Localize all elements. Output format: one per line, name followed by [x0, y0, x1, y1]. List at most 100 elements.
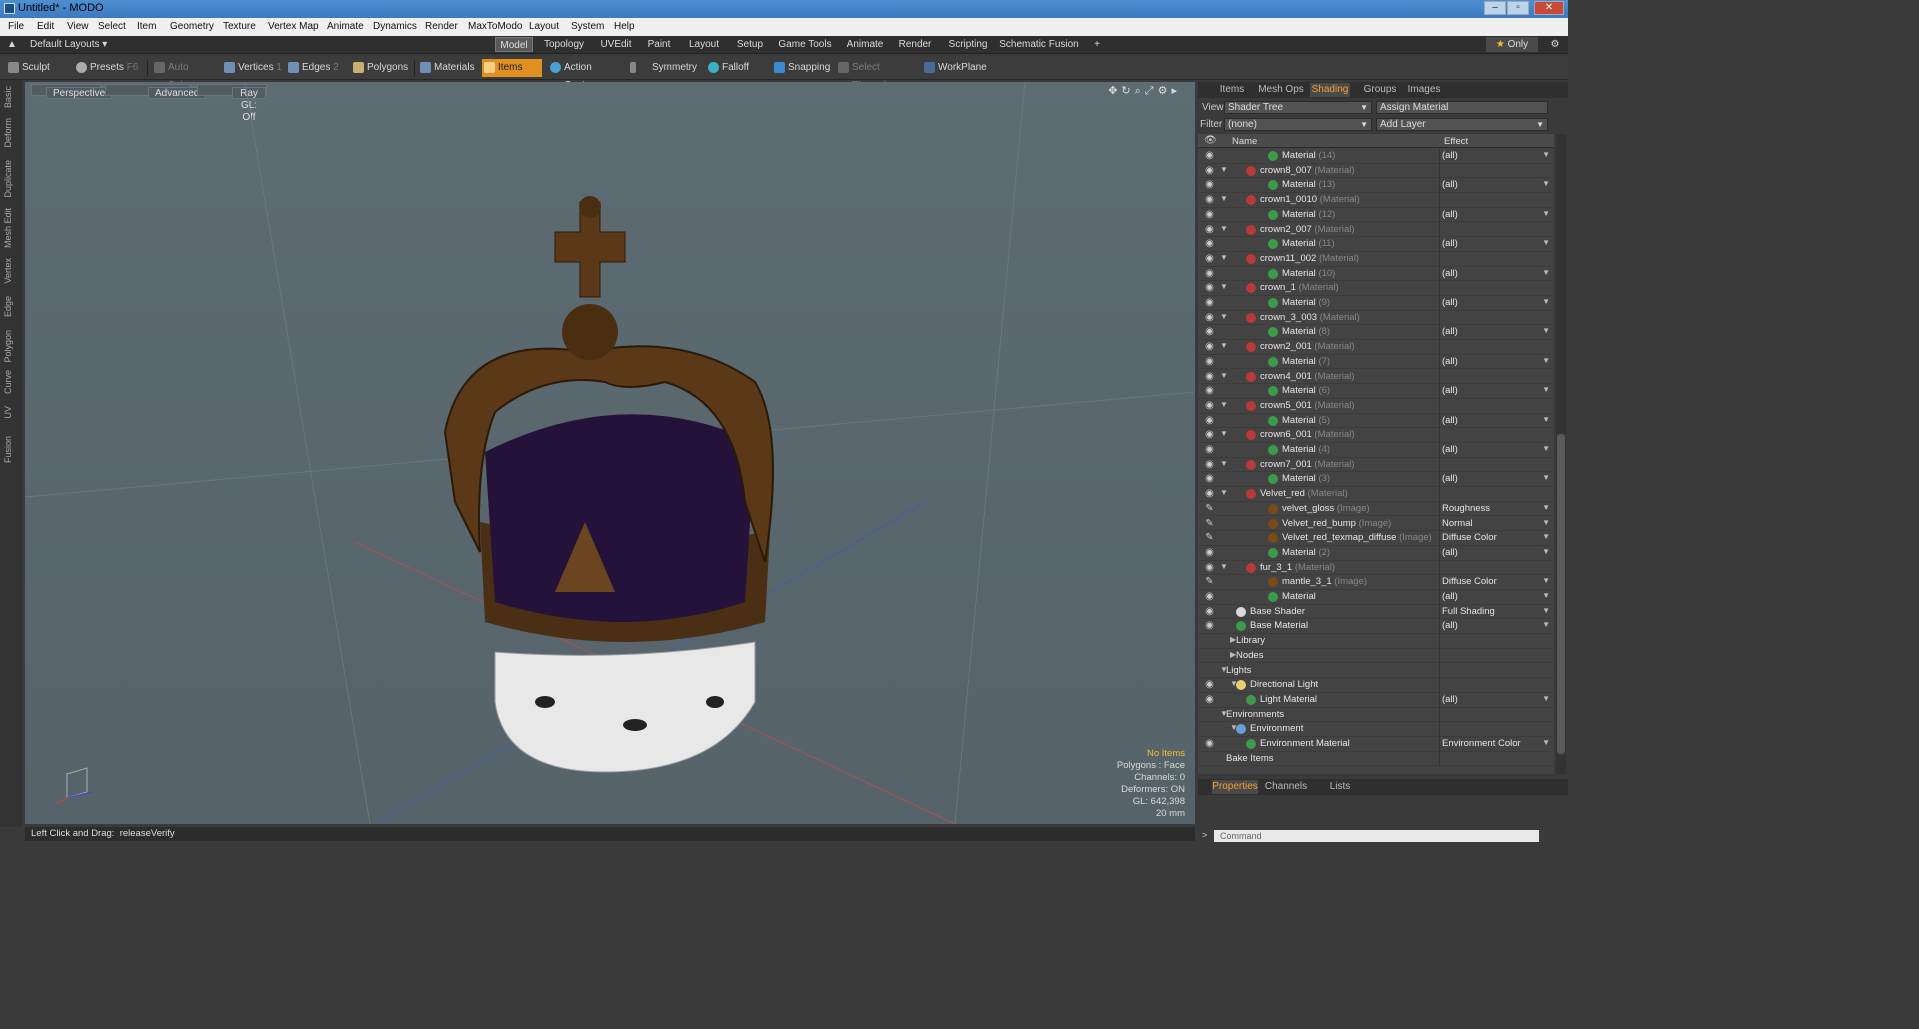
- sidetab-curve[interactable]: Curve: [3, 370, 17, 394]
- row-effect[interactable]: (all) ▼: [1442, 209, 1552, 220]
- row-effect[interactable]: (all) ▼: [1442, 415, 1552, 426]
- tree-row[interactable]: ◉ ▼ crown1_0010 (Material): [1198, 193, 1554, 209]
- expand-triangle-icon[interactable]: ▼: [1220, 312, 1228, 321]
- tree-row[interactable]: ◉ Material (3) (all) ▼: [1198, 472, 1554, 488]
- menu-animate[interactable]: Animate: [327, 21, 364, 32]
- menu-layout[interactable]: Layout: [529, 21, 559, 32]
- menu-select[interactable]: Select: [98, 21, 126, 32]
- tab-animate[interactable]: Animate: [842, 37, 888, 52]
- tab-lists[interactable]: Lists: [1326, 780, 1354, 794]
- row-effect[interactable]: Roughness ▼: [1442, 503, 1552, 514]
- expand-triangle-icon[interactable]: ▼: [1220, 400, 1228, 409]
- eye-icon[interactable]: ◉: [1204, 253, 1215, 263]
- tree-row[interactable]: ✎ Velvet_red_bump (Image) Normal ▼: [1198, 516, 1554, 532]
- minimize-button[interactable]: –: [1484, 1, 1506, 15]
- row-effect[interactable]: (all) ▼: [1442, 591, 1552, 602]
- falloff-button[interactable]: Falloff: [706, 59, 766, 77]
- brush-icon[interactable]: ✎: [1204, 577, 1215, 587]
- tree-row[interactable]: ◉ ▼ crown_3_003 (Material): [1198, 310, 1554, 326]
- tree-row[interactable]: ▶ Library: [1198, 634, 1554, 650]
- auto-select-button[interactable]: Auto Select: [152, 59, 216, 91]
- menu-geometry[interactable]: Geometry: [170, 21, 214, 32]
- tree-row[interactable]: ◉ Material (6) (all) ▼: [1198, 384, 1554, 400]
- tree-row[interactable]: ◉ ▼ crown8_007 (Material): [1198, 163, 1554, 179]
- menu-system[interactable]: System: [571, 21, 604, 32]
- row-effect[interactable]: Normal ▼: [1442, 518, 1552, 529]
- materials-button[interactable]: Materials: [418, 59, 478, 77]
- menu-texture[interactable]: Texture: [223, 21, 256, 32]
- expand-triangle-icon[interactable]: ▼: [1220, 253, 1228, 262]
- expand-triangle-icon[interactable]: ▼: [1220, 165, 1228, 174]
- tree-row[interactable]: Bake Items: [1198, 751, 1554, 767]
- row-effect[interactable]: (all) ▼: [1442, 326, 1552, 337]
- eye-icon[interactable]: ◉: [1204, 342, 1215, 352]
- scrollbar-thumb[interactable]: [1557, 434, 1565, 754]
- assign-material-button[interactable]: Assign Material: [1376, 101, 1548, 114]
- tree-row[interactable]: ◉ ▼ crown4_001 (Material): [1198, 369, 1554, 385]
- tree-row[interactable]: ◉ Base Material (all) ▼: [1198, 619, 1554, 635]
- tab-properties[interactable]: Properties: [1212, 780, 1258, 794]
- tree-scrollbar[interactable]: [1556, 134, 1566, 774]
- row-effect[interactable]: (all) ▼: [1442, 620, 1552, 631]
- menu-edit[interactable]: Edit: [37, 21, 54, 32]
- tree-row[interactable]: ◉ ▼ Velvet_red (Material): [1198, 487, 1554, 503]
- eye-icon[interactable]: ◉: [1204, 430, 1215, 440]
- sidetab-uv[interactable]: UV: [3, 406, 17, 419]
- row-effect[interactable]: (all) ▼: [1442, 179, 1552, 190]
- eye-icon[interactable]: ◉: [1204, 151, 1215, 161]
- tree-row[interactable]: ◉ Material (12) (all) ▼: [1198, 207, 1554, 223]
- tab-paint[interactable]: Paint: [643, 37, 675, 52]
- sidetab-duplicate[interactable]: Duplicate: [3, 160, 17, 198]
- menu-dynamics[interactable]: Dynamics: [373, 21, 417, 32]
- menu-help[interactable]: Help: [614, 21, 635, 32]
- expand-triangle-icon[interactable]: ▼: [1220, 562, 1228, 571]
- edges-button[interactable]: Edges 2: [286, 59, 348, 77]
- row-effect[interactable]: Full Shading ▼: [1442, 606, 1552, 617]
- brush-icon[interactable]: ✎: [1204, 533, 1215, 543]
- tree-row[interactable]: ◉ Material (2) (all) ▼: [1198, 545, 1554, 561]
- tree-row[interactable]: ◉ Material (11) (all) ▼: [1198, 237, 1554, 253]
- tree-row[interactable]: ◉ ▼ crown6_001 (Material): [1198, 428, 1554, 444]
- eye-icon[interactable]: ◉: [1204, 209, 1215, 219]
- tree-row[interactable]: ✎ mantle_3_1 (Image) Diffuse Color ▼: [1198, 575, 1554, 591]
- tab-render[interactable]: Render: [894, 37, 936, 52]
- eye-icon[interactable]: ◉: [1204, 606, 1215, 616]
- maximize-button[interactable]: ▫: [1507, 1, 1529, 15]
- menu-view[interactable]: View: [67, 21, 89, 32]
- items-button[interactable]: Items: [482, 59, 542, 77]
- tree-row[interactable]: ◉ ▼ crown_1 (Material): [1198, 281, 1554, 297]
- tab-shading[interactable]: Shading: [1310, 83, 1350, 97]
- tree-row[interactable]: ◉ Material (5) (all) ▼: [1198, 413, 1554, 429]
- tree-row[interactable]: ◉ Base Shader Full Shading ▼: [1198, 604, 1554, 620]
- eye-icon[interactable]: ◉: [1204, 680, 1215, 690]
- tree-row[interactable]: ◉ ▼ crown11_002 (Material): [1198, 251, 1554, 267]
- eye-icon[interactable]: ◉: [1204, 400, 1215, 410]
- symmetry-button[interactable]: Symmetry: [628, 59, 698, 77]
- effect-column-header[interactable]: Effect: [1444, 136, 1468, 147]
- eye-icon[interactable]: ◉: [1204, 268, 1215, 278]
- tree-row[interactable]: ◉ Material (4) (all) ▼: [1198, 443, 1554, 458]
- expand-triangle-icon[interactable]: ▼: [1220, 371, 1228, 380]
- tab-setup[interactable]: Setup: [731, 37, 769, 52]
- tab-schematic-fusion[interactable]: Schematic Fusion: [998, 37, 1080, 52]
- row-effect[interactable]: (all) ▼: [1442, 268, 1552, 279]
- presets-button[interactable]: Presets F6: [74, 59, 142, 77]
- only-toggle[interactable]: ★ Only: [1486, 37, 1538, 52]
- tree-row[interactable]: ◉ ▼ Directional Light: [1198, 678, 1554, 694]
- tab-channels[interactable]: Channels: [1264, 780, 1308, 794]
- eye-icon[interactable]: ◉: [1204, 459, 1215, 469]
- menu-maxtomodo[interactable]: MaxToModo: [468, 21, 522, 32]
- tree-row[interactable]: ◉ ▼ crown5_001 (Material): [1198, 398, 1554, 414]
- tab-items[interactable]: Items: [1218, 83, 1246, 97]
- action-center-button[interactable]: Action Center: [548, 59, 624, 91]
- snapping-button[interactable]: Snapping: [772, 59, 832, 77]
- name-column-header[interactable]: Name: [1232, 136, 1257, 147]
- expand-triangle-icon[interactable]: ▼: [1220, 282, 1228, 291]
- tree-row[interactable]: ◉ Material (all) ▼: [1198, 590, 1554, 605]
- row-effect[interactable]: Diffuse Color ▼: [1442, 576, 1552, 587]
- eye-icon[interactable]: ◉: [1204, 592, 1215, 602]
- 3d-viewport[interactable]: Perspective Advanced Ray GL: Off ✥↻⌕⤢⚙▸ …: [25, 82, 1195, 824]
- eye-icon[interactable]: ◉: [1204, 415, 1215, 425]
- expand-triangle-icon[interactable]: ▼: [1220, 341, 1228, 350]
- tree-row[interactable]: ◉ Material (13) (all) ▼: [1198, 178, 1554, 194]
